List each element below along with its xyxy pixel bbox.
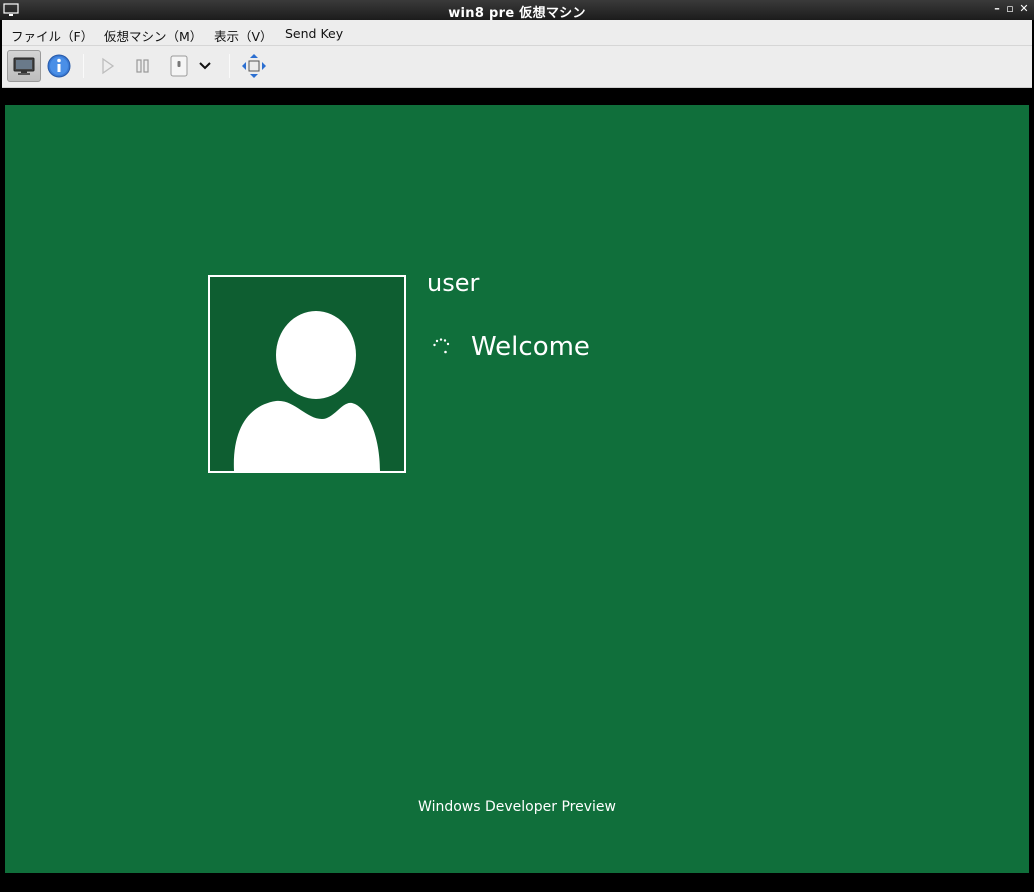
toolbar	[2, 46, 1032, 88]
shutdown-icon	[170, 55, 188, 77]
toolbar-separator	[83, 54, 84, 78]
toolbar-separator	[229, 54, 230, 78]
run-icon	[102, 57, 115, 75]
shutdown-button[interactable]	[162, 50, 196, 82]
guest-screen[interactable]: user Welcome Windows Developer Preview	[5, 105, 1029, 873]
shutdown-menu-button[interactable]	[194, 50, 216, 82]
os-edition-label: Windows Developer Preview	[418, 799, 616, 815]
run-button[interactable]	[90, 50, 124, 82]
info-icon	[47, 54, 71, 78]
close-icon[interactable]: ✕	[1017, 2, 1031, 16]
menubar: ファイル（F） 仮想マシン（M） 表示（V） Send Key	[2, 20, 1032, 46]
minimize-icon[interactable]: –	[990, 2, 1004, 16]
maximize-icon[interactable]: ▫	[1003, 2, 1017, 16]
user-silhouette-icon	[233, 311, 380, 471]
window-titlebar: win8 pre 仮想マシン – ▫ ✕	[0, 0, 1034, 21]
menu-virtual-machine[interactable]: 仮想マシン（M）	[104, 26, 202, 45]
pause-icon	[136, 59, 149, 73]
user-avatar	[208, 275, 406, 473]
menu-file[interactable]: ファイル（F）	[11, 26, 93, 45]
dropdown-chevron-icon	[199, 62, 211, 70]
menu-view[interactable]: 表示（V）	[214, 26, 273, 45]
pause-button[interactable]	[126, 50, 160, 82]
fullscreen-icon	[242, 54, 266, 78]
console-button[interactable]	[7, 50, 41, 82]
console-monitor-icon	[13, 57, 35, 75]
menu-send-key[interactable]: Send Key	[285, 26, 343, 41]
welcome-status: Welcome	[471, 332, 590, 362]
fullscreen-button[interactable]	[237, 50, 271, 82]
loading-spinner-icon	[433, 338, 450, 354]
details-button[interactable]	[42, 50, 76, 82]
window-title: win8 pre 仮想マシン	[448, 6, 586, 21]
user-name: user	[427, 269, 480, 297]
